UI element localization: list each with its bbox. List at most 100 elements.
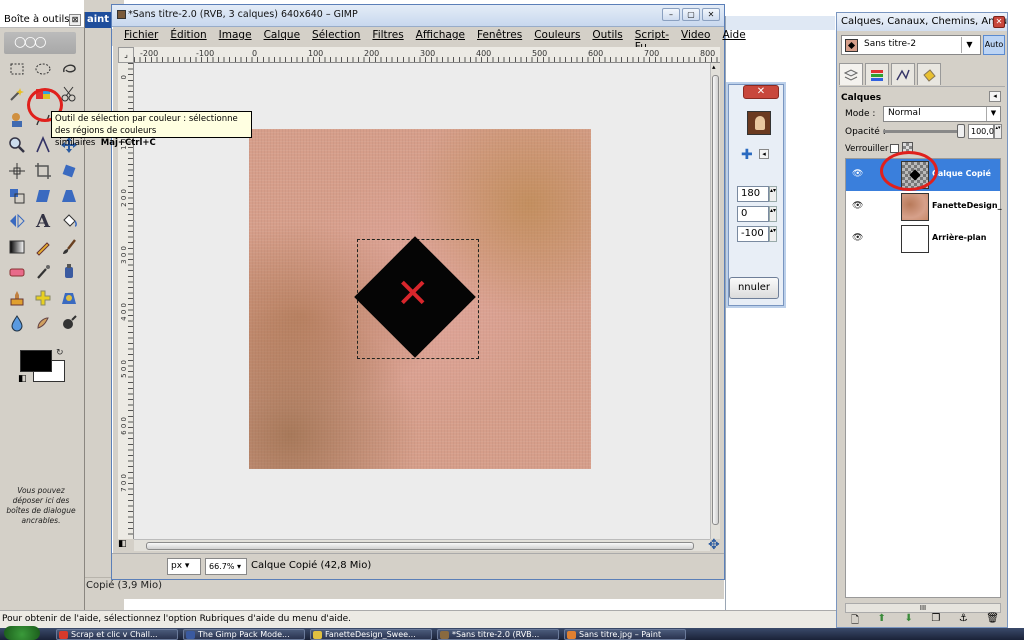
transform-dialog[interactable]: ✕ ✚ ◂ 180 ▴▾ 0 ▴▾ -100 ▴▾ nnuler — [728, 84, 784, 306]
menu-item[interactable]: Filtres — [372, 29, 403, 46]
shear-tool-icon[interactable] — [32, 185, 54, 207]
align-tool-icon[interactable] — [6, 160, 28, 182]
scroll-up-icon[interactable]: ▴ — [712, 63, 716, 71]
vertical-scrollbar[interactable]: ▴ — [710, 63, 720, 539]
taskbar-item[interactable]: Scrap et clic v Chall... — [56, 629, 178, 640]
layer-name[interactable]: FanetteDesign_Pp1 — [932, 201, 1002, 210]
dodge-burn-tool-icon[interactable] — [58, 312, 80, 334]
zoom-tool-icon[interactable] — [6, 134, 28, 156]
opacity-slider-knob[interactable] — [957, 124, 965, 138]
rotate-tool-icon[interactable] — [58, 160, 80, 182]
opacity-slider[interactable] — [883, 130, 963, 133]
ruler-corner-icon[interactable]: ⌟ — [118, 47, 134, 63]
foreground-select-tool-icon[interactable] — [6, 109, 28, 131]
eraser-tool-icon[interactable] — [6, 261, 28, 283]
menu-item[interactable]: Aide — [722, 29, 745, 46]
layers-list[interactable]: 👁 Calque Copié 👁 FanetteDesign_Pp1 👁 Arrière-… — [845, 158, 1002, 598]
eye-visibility-icon[interactable]: 👁 — [852, 201, 863, 211]
reset-colors-icon[interactable]: ◧ — [18, 374, 30, 384]
horizontal-ruler[interactable]: -200 -100 0 100 200 300 400 500 600 700 800 — [134, 47, 720, 63]
scale-tool-icon[interactable] — [6, 185, 28, 207]
menu-item[interactable]: Script-Fu — [635, 29, 669, 53]
unit-select[interactable]: px ▾ — [167, 558, 201, 575]
pencil-tool-icon[interactable] — [32, 236, 54, 258]
tab-paths-icon[interactable] — [891, 63, 915, 85]
opacity-value[interactable]: 100,0 — [968, 124, 994, 139]
layer-thumbnail[interactable] — [901, 193, 929, 221]
opacity-spin-arrows[interactable]: ▴▾ — [994, 124, 1002, 139]
menu-item[interactable]: Outils — [592, 29, 622, 46]
lower-layer-icon[interactable]: ⬇ — [904, 613, 912, 629]
window-titlebar[interactable]: *Sans titre-2.0 (RVB, 3 calques) 640x640… — [112, 5, 724, 27]
zoom-select[interactable]: 66.7% ▾ — [205, 558, 247, 575]
toolbox-panel[interactable]: Boîte à outils ⊠ A — [0, 12, 85, 610]
taskbar-item[interactable]: *Sans titre-2.0 (RVB... — [437, 629, 559, 640]
heal-tool-icon[interactable] — [32, 287, 54, 309]
clone-tool-icon[interactable] — [6, 287, 28, 309]
layer-name[interactable]: Arrière-plan — [932, 233, 1002, 242]
perspective-clone-tool-icon[interactable] — [58, 287, 80, 309]
blur-tool-icon[interactable] — [6, 312, 28, 334]
menu-item[interactable]: Fichier — [124, 29, 158, 46]
taskbar-item[interactable]: Sans titre.jpg – Paint — [564, 629, 686, 640]
text-tool-icon[interactable]: A — [32, 210, 54, 232]
dialog-spin-2-arrows[interactable]: ▴▾ — [769, 206, 777, 222]
blend-tool-icon[interactable] — [6, 236, 28, 258]
menu-item[interactable]: Image — [219, 29, 252, 46]
layer-row[interactable]: 👁 Arrière-plan — [846, 223, 1000, 255]
menu-item[interactable]: Calque — [264, 29, 300, 46]
layers-dock-titlebar[interactable]: Calques, Canaux, Chemins, Annuler — [837, 13, 1007, 31]
chevron-down-icon[interactable]: ▼ — [961, 37, 977, 53]
eye-visibility-icon[interactable]: 👁 — [852, 169, 863, 179]
taskbar-item[interactable]: The Gimp Pack Mode... — [183, 629, 305, 640]
paint-window-title[interactable]: aint — [84, 12, 114, 28]
layers-horizontal-scrollbar[interactable]: III — [845, 603, 1001, 613]
cancel-button[interactable]: nnuler — [729, 277, 779, 299]
menu-item[interactable]: Affichage — [416, 29, 465, 46]
dialog-spin-1[interactable]: 180 — [737, 186, 769, 202]
layers-dock-close-button[interactable]: ✕ — [993, 16, 1005, 28]
navigate-icon[interactable]: ✥ — [708, 537, 720, 553]
dock-menu-icon[interactable]: ◂ — [989, 91, 1001, 102]
tab-undo-icon[interactable] — [917, 63, 941, 85]
dialog-close-button[interactable]: ✕ — [743, 85, 779, 99]
menu-item[interactable]: Édition — [170, 29, 206, 46]
layer-name[interactable]: Calque Copié — [932, 169, 1002, 178]
quick-mask-icon[interactable]: ◧ — [118, 539, 132, 551]
layer-thumbnail[interactable] — [901, 225, 929, 253]
bucket-fill-tool-icon[interactable] — [58, 210, 80, 232]
image-selector[interactable]: Sans titre-2 — [841, 35, 981, 55]
dialog-menu-arrow-icon[interactable]: ◂ — [759, 149, 769, 159]
menu-item[interactable]: Fenêtres — [477, 29, 522, 46]
raise-layer-icon[interactable]: ⬆ — [878, 613, 886, 629]
dialog-spin-1-arrows[interactable]: ▴▾ — [769, 186, 777, 202]
plus-icon[interactable]: ✚ — [741, 147, 753, 163]
perspective-tool-icon[interactable] — [58, 185, 80, 207]
taskbar-item[interactable]: FanetteDesign_Swee... — [310, 629, 432, 640]
lasso-tool-icon[interactable] — [58, 58, 80, 80]
menu-item[interactable]: Couleurs — [534, 29, 580, 46]
anchor-layer-icon[interactable]: ⚓ — [959, 613, 968, 629]
vertical-scroll-thumb[interactable] — [712, 75, 719, 525]
menu-item[interactable]: Video — [681, 29, 710, 46]
layer-row[interactable]: 👁 FanetteDesign_Pp1 — [846, 191, 1002, 223]
smudge-tool-icon[interactable] — [32, 312, 54, 334]
flip-tool-icon[interactable] — [6, 210, 28, 232]
horizontal-scroll-thumb[interactable] — [146, 542, 694, 550]
close-button[interactable]: ✕ — [702, 8, 720, 21]
crop-tool-icon[interactable] — [32, 160, 54, 182]
tab-layers-icon[interactable] — [839, 63, 863, 85]
airbrush-tool-icon[interactable] — [32, 261, 54, 283]
new-layer-icon[interactable]: 🗋 — [851, 613, 859, 629]
horizontal-scrollbar[interactable] — [134, 539, 710, 551]
maximize-button[interactable]: ▢ — [682, 8, 700, 21]
dialog-spin-3[interactable]: -100 — [737, 226, 769, 242]
dialog-spin-3-arrows[interactable]: ▴▾ — [769, 226, 777, 242]
toolbox-close-button[interactable]: ⊠ — [69, 14, 81, 26]
ink-tool-icon[interactable] — [58, 261, 80, 283]
fuzzy-select-tool-icon[interactable] — [6, 83, 28, 105]
eye-visibility-icon[interactable]: 👁 — [852, 233, 863, 243]
ellipse-select-tool-icon[interactable] — [32, 58, 54, 80]
auto-button[interactable]: Auto — [983, 35, 1005, 55]
duplicate-layer-icon[interactable]: ❐ — [931, 613, 940, 629]
